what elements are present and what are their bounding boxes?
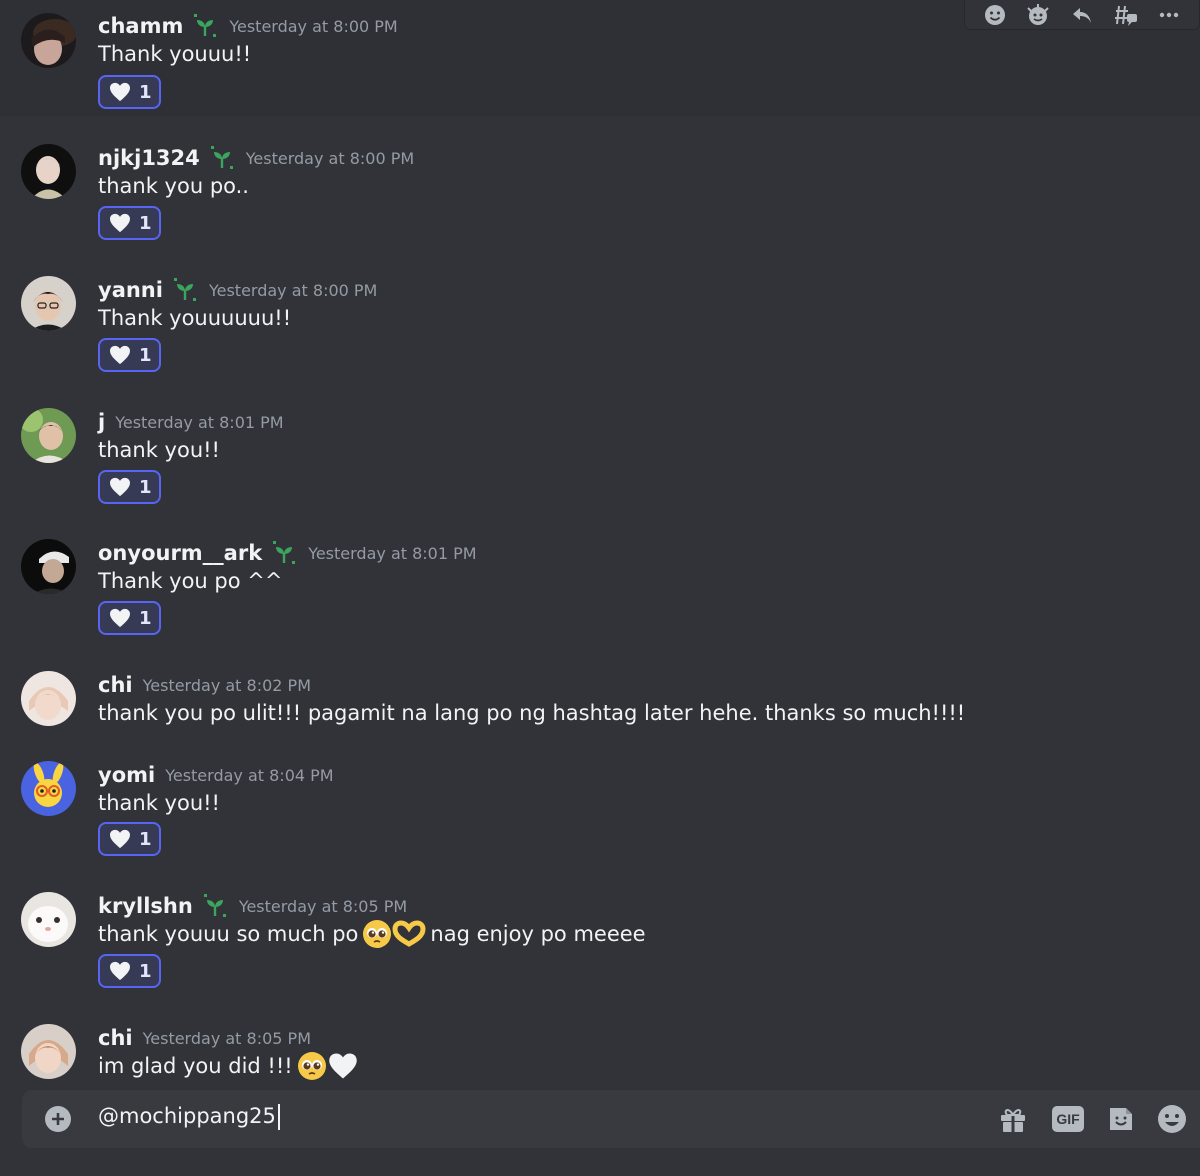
super-reaction-icon[interactable] (1024, 3, 1052, 27)
avatar[interactable] (21, 408, 76, 463)
heart-hands-emoji (392, 919, 426, 949)
more-icon[interactable] (1155, 3, 1183, 27)
message-actions-toolbar (964, 0, 1200, 30)
message-text: Thank you po ^^ (98, 569, 283, 593)
avatar[interactable] (21, 1024, 76, 1079)
message-content: thank you po.. (98, 174, 249, 198)
avatar[interactable] (21, 13, 76, 68)
text-caret (277, 1104, 280, 1130)
username[interactable]: chi (98, 1026, 133, 1050)
create-thread-icon[interactable] (1112, 3, 1140, 27)
message-text: thank youuu so much po (98, 922, 359, 946)
sprout-badge-icon (270, 539, 298, 567)
message-text: thank you po ulit!!! pagamit na lang po … (98, 701, 966, 725)
reaction-count: 1 (139, 212, 152, 234)
add-reaction-icon[interactable] (981, 3, 1009, 27)
gif-icon[interactable]: GIF (1052, 1103, 1084, 1135)
timestamp: Yesterday at 8:00 PM (208, 280, 378, 300)
sticker-icon[interactable] (1105, 1103, 1137, 1135)
timestamp: Yesterday at 8:05 PM (142, 1028, 311, 1048)
reaction-count: 1 (139, 344, 152, 366)
gift-icon[interactable] (997, 1103, 1029, 1135)
emoji-icon[interactable] (1156, 1103, 1188, 1135)
white-heart-icon (109, 82, 131, 102)
white-heart-icon (109, 829, 131, 849)
username[interactable]: kryllshn (98, 894, 193, 918)
avatar[interactable] (21, 276, 76, 331)
avatar[interactable] (21, 144, 76, 199)
reaction-count: 1 (139, 81, 152, 103)
sprout-badge-icon (191, 12, 219, 40)
pleading-face-emoji (362, 919, 392, 949)
reaction-button[interactable]: 1 (98, 206, 161, 240)
white-heart-icon (109, 608, 131, 628)
pleading-face-emoji (297, 1051, 327, 1081)
message-content: thank you!! (98, 791, 220, 815)
white-heart-icon (109, 961, 131, 981)
message-content: im glad you did !!! (98, 1051, 358, 1081)
message-content: thank you po ulit!!! pagamit na lang po … (98, 701, 965, 725)
white-heart-emoji (328, 1052, 358, 1080)
message-composer: @mochippang25 GIF (22, 1090, 1200, 1148)
username[interactable]: j (98, 410, 105, 434)
message-content: thank youuu so much po nag enjoy po meee… (98, 919, 646, 949)
timestamp: Yesterday at 8:05 PM (238, 896, 408, 916)
white-heart-icon (109, 477, 131, 497)
reaction-count: 1 (139, 476, 152, 498)
message-content: Thank youuuuuu!! (98, 306, 291, 330)
timestamp: Yesterday at 8:04 PM (165, 765, 334, 785)
reaction-button[interactable]: 1 (98, 470, 161, 504)
sprout-badge-icon (208, 144, 236, 172)
username[interactable]: yomi (98, 763, 155, 787)
avatar[interactable] (21, 761, 76, 816)
username[interactable]: chi (98, 673, 133, 697)
reply-icon[interactable] (1068, 3, 1096, 27)
message-input-value: @mochippang25 (98, 1104, 276, 1128)
reaction-button[interactable]: 1 (98, 601, 161, 635)
upload-plus-icon[interactable] (45, 1106, 71, 1132)
message-text: thank you!! (98, 791, 220, 815)
reaction-button[interactable]: 1 (98, 822, 161, 856)
username[interactable]: chamm (98, 14, 183, 38)
timestamp: Yesterday at 8:01 PM (115, 412, 284, 432)
message-text-after: nag enjoy po meeee (430, 922, 646, 946)
timestamp: Yesterday at 8:00 PM (245, 148, 415, 168)
message-content: Thank youuu!! (98, 42, 251, 66)
avatar[interactable] (21, 671, 76, 726)
white-heart-icon (109, 345, 131, 365)
reaction-button[interactable]: 1 (98, 954, 161, 988)
message-text: im glad you did !!! (98, 1054, 293, 1078)
username[interactable]: yanni (98, 278, 163, 302)
message-text: thank you po.. (98, 174, 249, 198)
username[interactable]: onyourm__ark (98, 541, 262, 565)
message-content: Thank you po ^^ (98, 569, 282, 593)
timestamp: Yesterday at 8:01 PM (308, 543, 477, 563)
username[interactable]: njkj1324 (98, 146, 200, 170)
message-content: thank you!! (98, 438, 220, 462)
reaction-count: 1 (139, 828, 152, 850)
message-text: Thank youuuuuu!! (98, 306, 292, 330)
sprout-badge-icon (171, 276, 199, 304)
reaction-button[interactable]: 1 (98, 75, 161, 109)
gif-label: GIF (1052, 1106, 1084, 1132)
message-text: Thank youuu!! (98, 42, 252, 66)
reaction-count: 1 (139, 960, 152, 982)
sprout-badge-icon (201, 892, 229, 920)
message-input[interactable]: @mochippang25 (98, 1104, 280, 1130)
message-text: thank you!! (98, 438, 220, 462)
white-heart-icon (109, 213, 131, 233)
timestamp: Yesterday at 8:02 PM (142, 675, 311, 695)
avatar[interactable] (21, 892, 76, 947)
reaction-count: 1 (139, 607, 152, 629)
reaction-button[interactable]: 1 (98, 338, 161, 372)
timestamp: Yesterday at 8:00 PM (229, 16, 398, 36)
avatar[interactable] (21, 539, 76, 594)
